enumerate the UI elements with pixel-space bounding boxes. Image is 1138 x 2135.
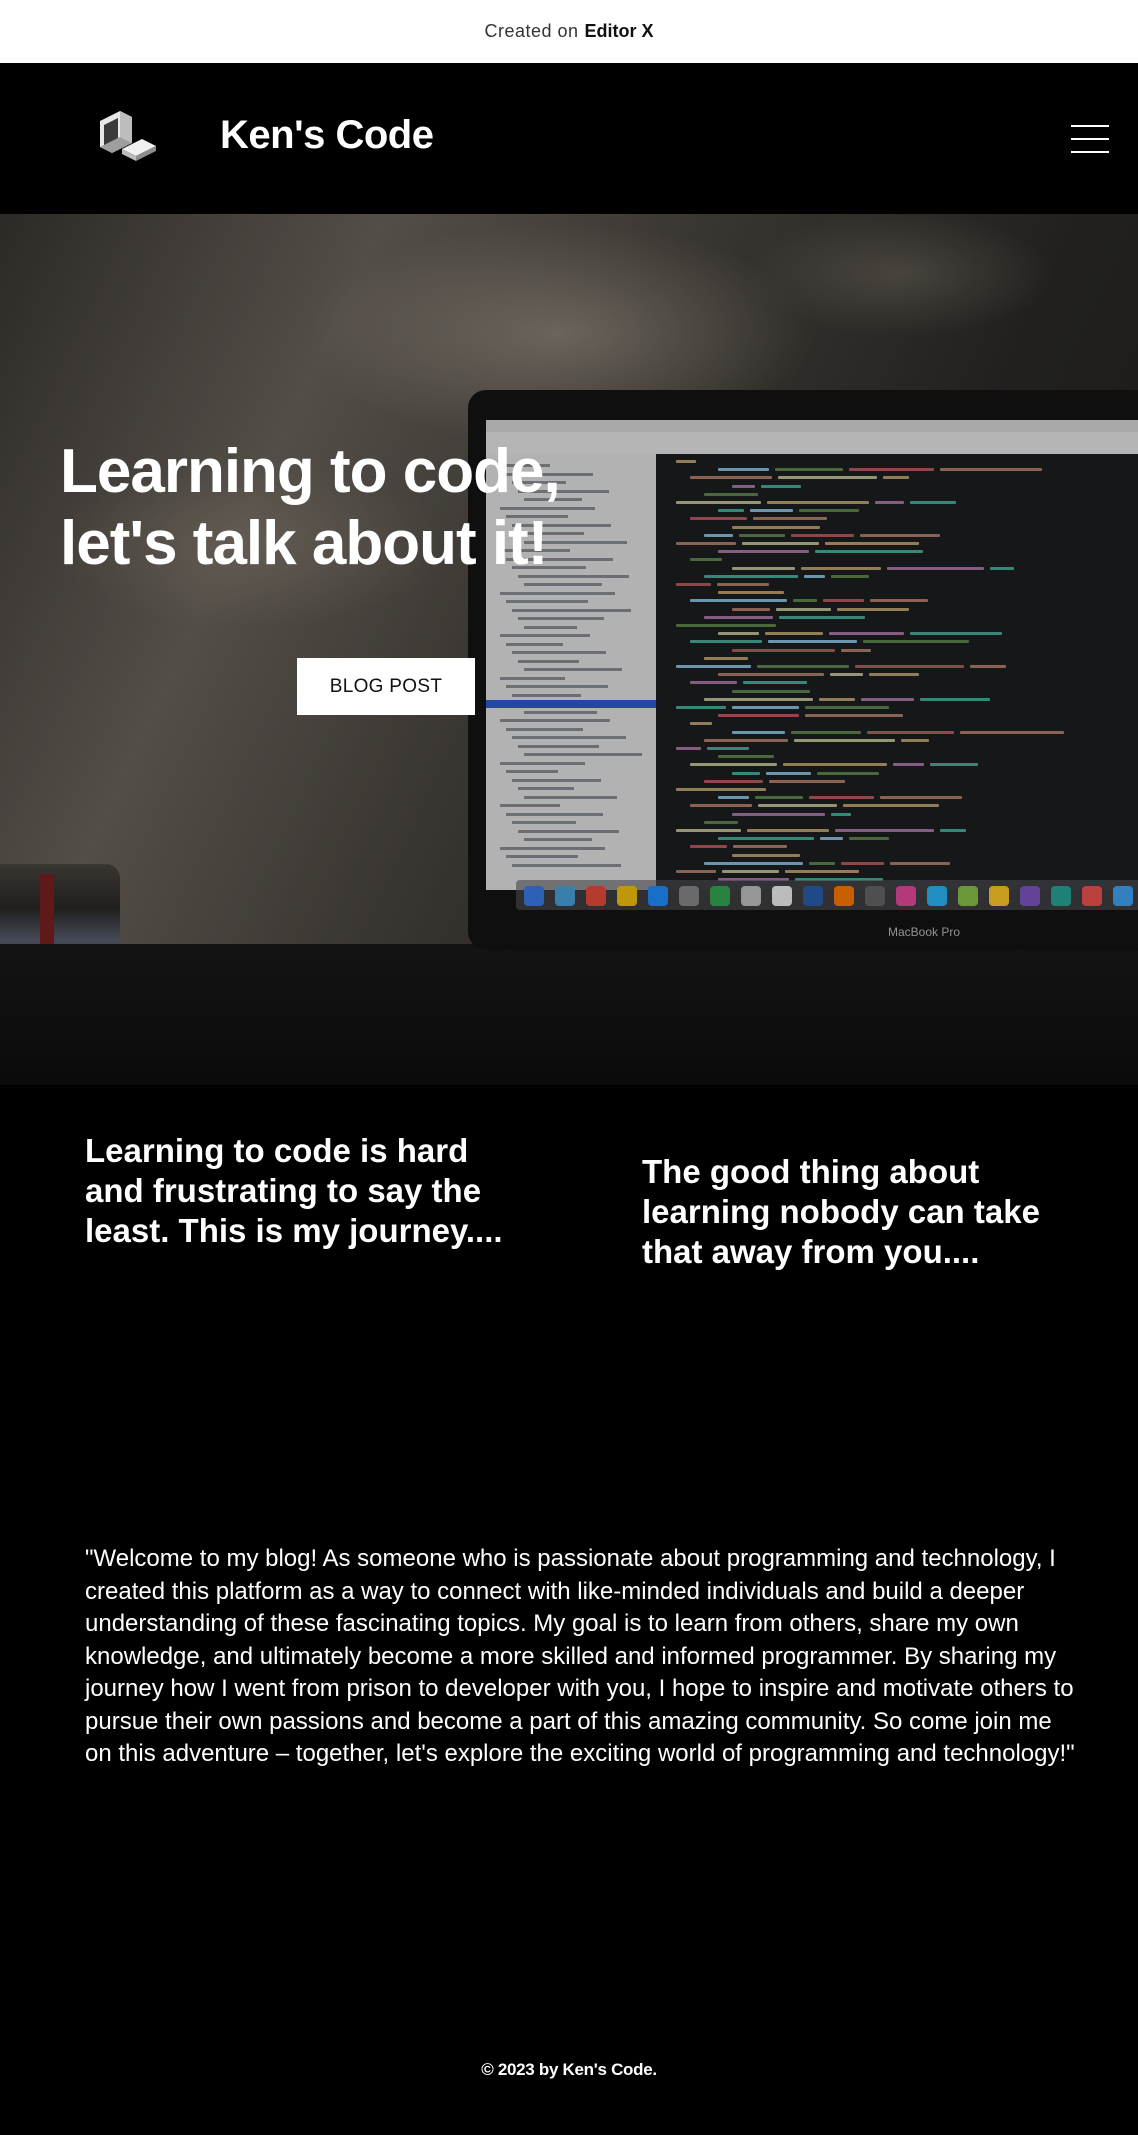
site-header: Ken's Code [0,63,1138,214]
hero-section: MacBook Pro Learning to code, let's talk… [0,214,1138,1085]
retro-computer-icon[interactable] [92,103,158,169]
welcome-paragraph: "Welcome to my blog! As someone who is p… [85,1545,1075,1767]
banner-prefix: Created on [484,21,579,41]
intro-left-text: Learning to code is hard and frustrating… [85,1132,503,1249]
blog-post-button[interactable]: BLOG POST [297,658,475,715]
banner-brand[interactable]: Editor X [585,21,654,42]
site-title[interactable]: Ken's Code [220,113,434,158]
hero-overlay [0,214,1138,1085]
hero-title: Learning to code, let's talk about it! [60,437,561,578]
hamburger-menu-icon[interactable] [1071,125,1109,153]
footer-copyright: © 2023 by Ken's Code. [481,2060,657,2079]
editor-x-banner[interactable]: Created on Editor X [0,0,1138,63]
intro-right-text: The good thing about learning nobody can… [642,1153,1040,1270]
